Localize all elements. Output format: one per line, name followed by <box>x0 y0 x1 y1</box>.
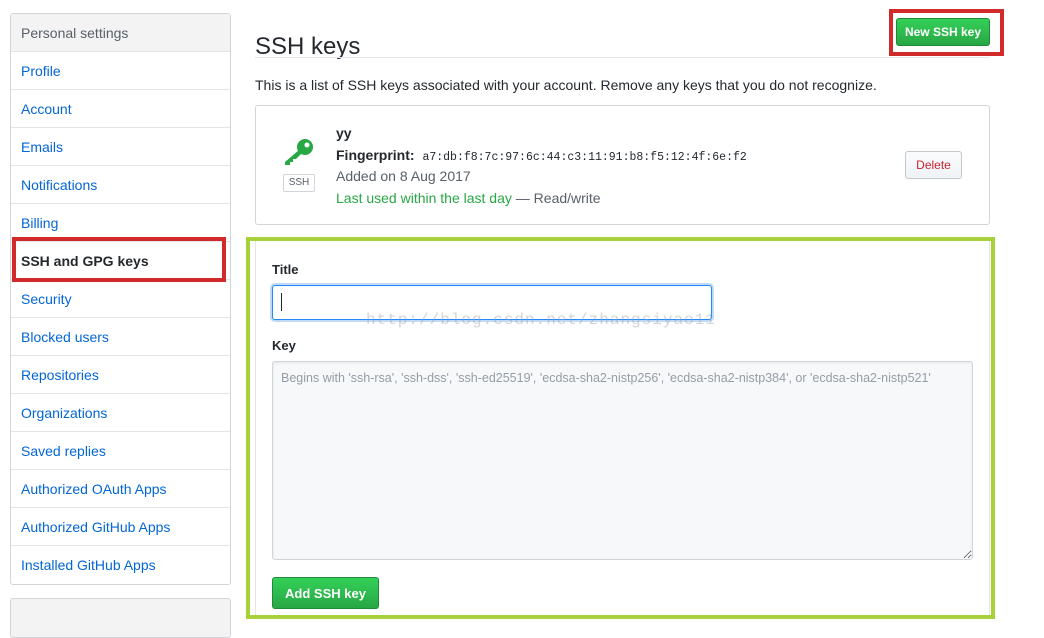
sidebar-item-ssh-gpg-keys[interactable]: SSH and GPG keys <box>11 242 230 280</box>
settings-sidebar: Personal settings Profile Account Emails… <box>10 13 231 585</box>
add-ssh-key-button[interactable]: Add SSH key <box>272 577 379 609</box>
title-input[interactable] <box>272 285 712 320</box>
key-access-text: — Read/write <box>511 190 601 206</box>
last-used-text: Last used within the last day <box>336 190 512 206</box>
ssh-type-label: SSH <box>283 174 315 192</box>
fingerprint-label: Fingerprint: <box>336 147 415 163</box>
key-icon <box>282 138 314 169</box>
sidebar-item-installed-github-apps[interactable]: Installed GitHub Apps <box>11 546 230 584</box>
sidebar-item-account[interactable]: Account <box>11 90 230 128</box>
sidebar-item-notifications[interactable]: Notifications <box>11 166 230 204</box>
title-divider <box>255 57 989 58</box>
sidebar-item-repositories[interactable]: Repositories <box>11 356 230 394</box>
intro-text: This is a list of SSH keys associated wi… <box>255 77 877 93</box>
sidebar-item-organizations[interactable]: Organizations <box>11 394 230 432</box>
fingerprint-value: a7:db:f8:7c:97:6c:44:c3:11:91:b8:f5:12:4… <box>422 151 747 164</box>
title-field-label: Title <box>272 262 299 277</box>
key-textarea[interactable] <box>272 361 973 560</box>
key-field-label: Key <box>272 338 296 353</box>
key-title: yy <box>336 125 352 141</box>
sidebar-item-security[interactable]: Security <box>11 280 230 318</box>
delete-key-button[interactable]: Delete <box>905 151 962 179</box>
key-added-date: Added on 8 Aug 2017 <box>336 168 471 184</box>
secondary-sidebar-box <box>10 598 231 638</box>
sidebar-item-saved-replies[interactable]: Saved replies <box>11 432 230 470</box>
ssh-key-list-item: SSH yy Fingerprint: a7:db:f8:7c:97:6c:44… <box>255 105 990 225</box>
text-caret <box>281 293 282 311</box>
sidebar-item-authorized-github-apps[interactable]: Authorized GitHub Apps <box>11 508 230 546</box>
new-ssh-key-button[interactable]: New SSH key <box>896 18 990 46</box>
key-last-used: Last used within the last day — Read/wri… <box>336 190 601 206</box>
sidebar-item-billing[interactable]: Billing <box>11 204 230 242</box>
sidebar-item-emails[interactable]: Emails <box>11 128 230 166</box>
sidebar-item-profile[interactable]: Profile <box>11 52 230 90</box>
sidebar-item-authorized-oauth-apps[interactable]: Authorized OAuth Apps <box>11 470 230 508</box>
fingerprint-row: Fingerprint: a7:db:f8:7c:97:6c:44:c3:11:… <box>336 147 747 164</box>
sidebar-header: Personal settings <box>11 14 230 52</box>
sidebar-item-blocked-users[interactable]: Blocked users <box>11 318 230 356</box>
